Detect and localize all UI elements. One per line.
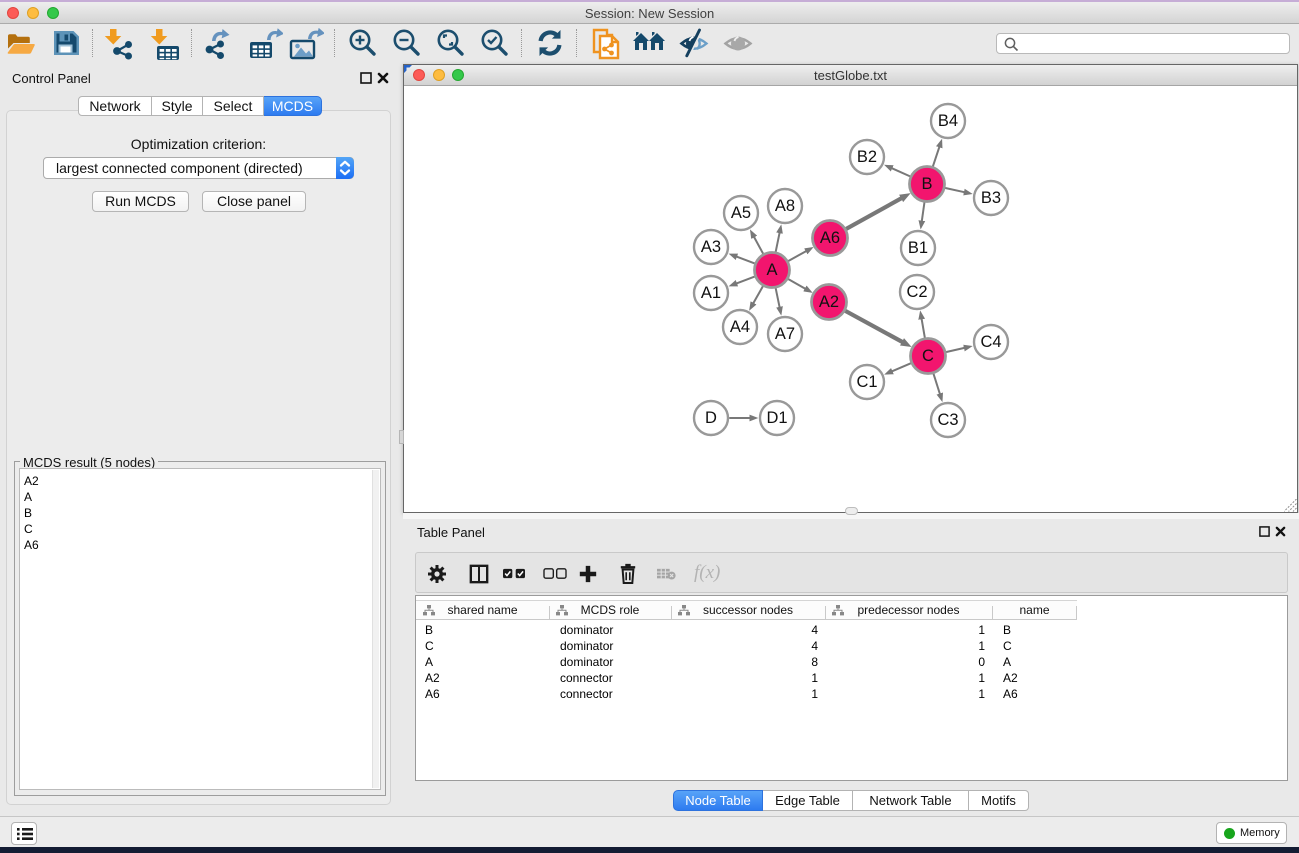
svg-text:A1: A1 — [701, 284, 721, 302]
svg-text:B: B — [921, 175, 932, 193]
svg-text:B4: B4 — [938, 112, 958, 130]
svg-text:A5: A5 — [731, 204, 751, 222]
svg-text:B2: B2 — [857, 148, 877, 166]
svg-text:B3: B3 — [981, 189, 1001, 207]
svg-text:D: D — [705, 409, 717, 427]
svg-text:C: C — [922, 347, 934, 365]
svg-text:A8: A8 — [775, 197, 795, 215]
svg-text:C2: C2 — [906, 283, 927, 301]
svg-text:A6: A6 — [820, 229, 840, 247]
svg-text:A4: A4 — [730, 318, 750, 336]
svg-text:C1: C1 — [856, 373, 877, 391]
svg-text:B1: B1 — [908, 239, 928, 257]
svg-text:C3: C3 — [937, 411, 958, 429]
svg-text:C4: C4 — [980, 333, 1001, 351]
svg-text:A3: A3 — [701, 238, 721, 256]
svg-text:D1: D1 — [766, 409, 787, 427]
svg-text:A7: A7 — [775, 325, 795, 343]
svg-text:A: A — [766, 261, 777, 279]
svg-text:A2: A2 — [819, 293, 839, 311]
